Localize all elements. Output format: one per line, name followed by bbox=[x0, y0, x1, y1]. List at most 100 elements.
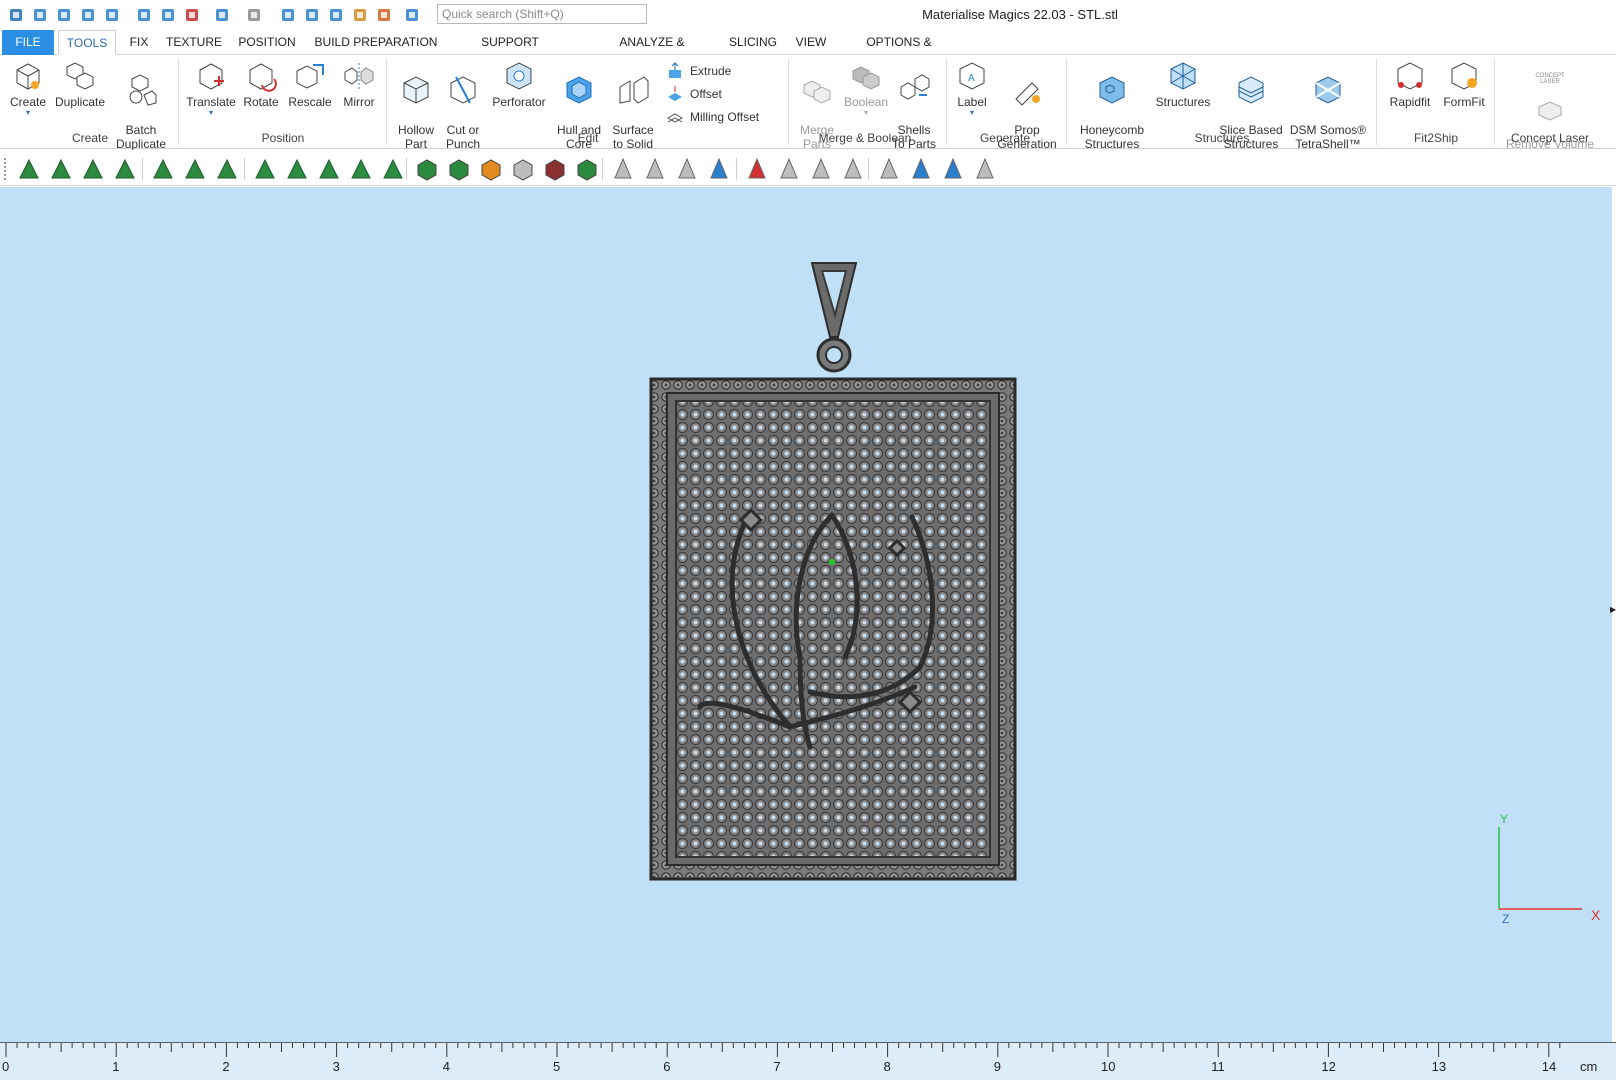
settings-icon[interactable] bbox=[402, 5, 422, 25]
hollow-part-button[interactable]: Hollow Part bbox=[392, 59, 440, 151]
mark-shell-color-icon[interactable] bbox=[542, 156, 568, 182]
mark-box-icon[interactable] bbox=[252, 156, 278, 182]
extrude-button[interactable]: Extrude bbox=[666, 61, 731, 81]
label-button[interactable]: A Label ▾ bbox=[950, 59, 994, 131]
structures-button[interactable]: Structures bbox=[1152, 59, 1214, 131]
mark-shell-icon[interactable] bbox=[112, 156, 138, 182]
delete-triangle-icon[interactable] bbox=[744, 156, 770, 182]
tab-file[interactable]: FILE bbox=[2, 30, 54, 55]
rapidfit-button[interactable]: Rapidfit bbox=[1382, 59, 1438, 131]
window-title: Materialise Magics 22.03 - STL.stl bbox=[922, 7, 1118, 22]
undo-icon[interactable] bbox=[212, 5, 232, 25]
rescale-button[interactable]: Rescale bbox=[286, 59, 334, 131]
tab-slicing[interactable]: SLICING bbox=[728, 30, 778, 55]
quick-search-input[interactable] bbox=[437, 4, 647, 24]
batch-duplicate-button[interactable]: Batch Duplicate bbox=[112, 59, 170, 151]
prop-generation-button[interactable]: Prop Generation bbox=[994, 59, 1060, 151]
translate-button[interactable]: Translate ▾ bbox=[184, 59, 238, 131]
view-part-icon[interactable] bbox=[326, 5, 346, 25]
perforator-button[interactable]: Perforator bbox=[490, 59, 548, 131]
create-caret-icon: ▾ bbox=[25, 108, 30, 117]
select-icon[interactable] bbox=[278, 5, 298, 25]
divider bbox=[1494, 59, 1495, 145]
tab-tools[interactable]: TOOLS bbox=[58, 30, 116, 55]
mark-polyline-icon[interactable] bbox=[316, 156, 342, 182]
duplicate-button[interactable]: Duplicate bbox=[52, 59, 108, 131]
new-icon[interactable] bbox=[30, 5, 50, 25]
mark-bad-icon[interactable] bbox=[574, 156, 600, 182]
mark-all-icon[interactable] bbox=[446, 156, 472, 182]
mark-part-icon[interactable] bbox=[380, 156, 406, 182]
mirror-button[interactable]: Mirror bbox=[336, 59, 382, 131]
pendant-model[interactable]: Y X Z bbox=[0, 187, 1612, 1042]
save-icon[interactable] bbox=[78, 5, 98, 25]
zoom-icon[interactable] bbox=[350, 5, 370, 25]
tab-view[interactable]: VIEW bbox=[794, 30, 828, 55]
boolean-button[interactable]: Boolean ▾ bbox=[842, 59, 890, 131]
chevron-right-icon[interactable]: ▶ bbox=[1610, 605, 1616, 614]
import-icon[interactable] bbox=[134, 5, 154, 25]
group-label-position: Position bbox=[261, 131, 305, 145]
tab-position[interactable]: POSITION bbox=[236, 30, 298, 55]
app-logo-icon[interactable] bbox=[6, 5, 26, 25]
save-all-icon[interactable] bbox=[102, 5, 122, 25]
tab-build-preparation[interactable]: BUILD PREPARATION bbox=[312, 30, 440, 55]
x-axis-label: X bbox=[1591, 907, 1601, 923]
mark-flipped-icon[interactable] bbox=[808, 156, 834, 182]
tab-options-help[interactable]: OPTIONS & HELP bbox=[850, 30, 948, 74]
ruler-label: 8 bbox=[883, 1059, 891, 1074]
mark-overlap-icon[interactable] bbox=[908, 156, 934, 182]
redo-icon[interactable] bbox=[244, 5, 264, 25]
zoom-region-icon[interactable] bbox=[302, 5, 322, 25]
edge-tool-icon[interactable] bbox=[876, 156, 902, 182]
tab-analyze-report[interactable]: ANALYZE & REPORT bbox=[594, 30, 710, 74]
fill-triangle-icon[interactable] bbox=[706, 156, 732, 182]
mark-plane-icon[interactable] bbox=[48, 156, 74, 182]
merge-parts-button[interactable]: Merge Parts bbox=[792, 59, 842, 151]
create-button[interactable]: Create ▾ bbox=[6, 59, 50, 131]
group-label-structures: Structures bbox=[1194, 131, 1250, 145]
unmark-all-icon[interactable] bbox=[510, 156, 536, 182]
move-vertex-icon[interactable] bbox=[674, 156, 700, 182]
rotate-button[interactable]: Rotate bbox=[238, 59, 284, 131]
z-axis-label: Z bbox=[1502, 912, 1509, 926]
mark-intersect-icon[interactable] bbox=[940, 156, 966, 182]
formfit-button[interactable]: FormFit bbox=[1438, 59, 1490, 131]
expand-marking-icon[interactable] bbox=[182, 156, 208, 182]
mark-window-icon[interactable] bbox=[150, 156, 176, 182]
honeycomb-structures-button[interactable]: Honeycomb Structures bbox=[1074, 59, 1150, 151]
ribbon: Create ▾ Duplicate Batch Duplicate Create… bbox=[0, 55, 1616, 165]
milling-offset-button[interactable]: Milling Offset bbox=[666, 107, 759, 127]
surface-to-solid-button[interactable]: Surface to Solid bbox=[606, 59, 660, 151]
mark-noise-icon[interactable] bbox=[840, 156, 866, 182]
mark-gap-icon[interactable] bbox=[972, 156, 998, 182]
tab-support-generation[interactable]: SUPPORT GENERATION bbox=[446, 30, 574, 74]
batch-duplicate-icon bbox=[129, 74, 157, 106]
slice-based-structures-icon bbox=[1238, 76, 1264, 104]
flip-normal-icon[interactable] bbox=[776, 156, 802, 182]
3d-viewport[interactable]: Y X Z bbox=[0, 187, 1612, 1042]
invert-marking-icon[interactable] bbox=[478, 156, 504, 182]
slice-based-structures-button[interactable]: Slice Based Structures bbox=[1216, 59, 1286, 151]
save-as-icon[interactable] bbox=[158, 5, 178, 25]
remove-volume-wizard-button[interactable]: CONCEPT LASER Remove Volume Wizard bbox=[1500, 59, 1600, 165]
offset-button[interactable]: Offset bbox=[666, 84, 722, 104]
shells-to-parts-button[interactable]: Shells To Parts bbox=[890, 59, 938, 151]
cut-or-punch-button[interactable]: Cut or Punch bbox=[440, 59, 486, 151]
mark-surface-icon[interactable] bbox=[80, 156, 106, 182]
viewport-scrollbar[interactable]: ▶ bbox=[1610, 187, 1616, 1042]
select-part-icon[interactable] bbox=[414, 156, 440, 182]
zoom-fit-icon[interactable] bbox=[374, 5, 394, 25]
triangle-tool-icon[interactable] bbox=[610, 156, 636, 182]
mark-triangle-icon[interactable] bbox=[16, 156, 42, 182]
hull-and-core-button[interactable]: Hull and Core bbox=[552, 59, 606, 151]
tab-fix[interactable]: FIX bbox=[124, 30, 154, 55]
tetrashell-button[interactable]: DSM Somos® TetraShell™ bbox=[1288, 59, 1368, 151]
open-icon[interactable] bbox=[54, 5, 74, 25]
mark-sphere-icon[interactable] bbox=[348, 156, 374, 182]
mark-contour-icon[interactable] bbox=[214, 156, 240, 182]
split-triangle-icon[interactable] bbox=[642, 156, 668, 182]
mark-connected-icon[interactable] bbox=[284, 156, 310, 182]
close-part-icon[interactable] bbox=[182, 5, 202, 25]
tab-texture[interactable]: TEXTURE bbox=[166, 30, 222, 55]
